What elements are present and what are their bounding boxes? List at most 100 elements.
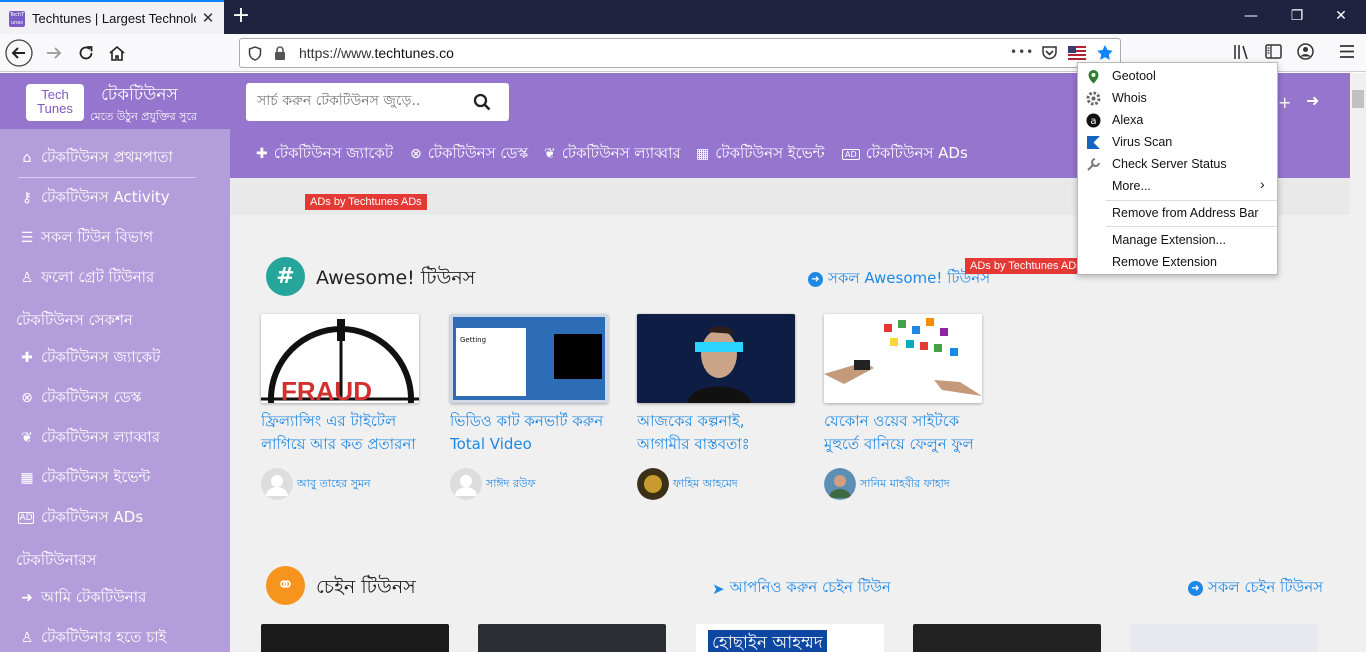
tab-close-button[interactable]: ✕ [198, 8, 218, 28]
tune-thumbnail[interactable]: FRAUD [261, 314, 419, 403]
ad-label[interactable]: ADs by Techtunes ADs [305, 194, 427, 210]
menu-item-virus-scan[interactable]: Virus Scan [1078, 131, 1277, 153]
menu-item-remove-extension[interactable]: Remove Extension [1078, 251, 1277, 273]
topnav-desk[interactable]: ⊗ টেকটিউনস ডেস্ক [410, 143, 528, 165]
chain-thumbnail[interactable] [478, 624, 666, 652]
topnav-event[interactable]: ▦ টেকটিউনস ইভেন্ট [696, 143, 825, 165]
all-chain-link[interactable]: ➜ সকল চেইন টিউনস [1188, 576, 1323, 601]
menu-item-whois[interactable]: Whois [1078, 87, 1277, 109]
new-tab-button[interactable]: + [230, 5, 252, 27]
topnav-labber[interactable]: ❦ টেকটিউনস ল্যাব্বার [544, 143, 681, 165]
sidebar-item-event[interactable]: ▦ টেকটিউনস ইভেন্ট [18, 465, 150, 491]
tune-author[interactable]: ফাহিম আহমেদ [637, 468, 795, 500]
tune-thumbnail[interactable]: Getting [450, 314, 608, 403]
library-icon[interactable] [1233, 44, 1251, 60]
all-awesome-link[interactable]: ➜ সকল Awesome! টিউনস [808, 267, 990, 292]
author-name: আবু তাহের সুমন [297, 476, 371, 490]
shield-icon[interactable] [248, 46, 262, 61]
topnav-jacket[interactable]: ✚ টেকটিউনস জ্যাকেট [256, 143, 393, 165]
ad-label[interactable]: ADs by Techtunes ADs [965, 258, 1087, 274]
pocket-icon[interactable] [1041, 45, 1058, 61]
bookmark-star-icon[interactable] [1096, 44, 1114, 62]
address-bar[interactable]: https://www.techtunes.co ••• [239, 38, 1121, 68]
restore-button[interactable]: ❐ [1282, 4, 1312, 28]
favicon-text: TechTunes [9, 12, 25, 26]
menu-item-geotool[interactable]: Geotool [1078, 65, 1277, 87]
tune-card[interactable]: যেকোন ওয়েব সাইটকে মুহুর্তে বানিয়ে ফেলু… [824, 314, 982, 500]
tune-title[interactable]: ভিডিও কাট কনভার্ট করুন Total Video Conve… [450, 410, 608, 456]
tune-card[interactable]: Getting ভিডিও কাট কনভার্ট করুন Total Vid… [450, 314, 608, 500]
sidebar-divider [18, 177, 196, 178]
scrollbar[interactable] [1350, 73, 1366, 652]
sidebar-item-register[interactable]: ♙ টেকটিউনার হতে চাই [18, 625, 167, 651]
link-icon: ⚭ [266, 566, 305, 605]
url-domain: techtunes.co [374, 45, 454, 61]
search-button[interactable] [469, 91, 495, 113]
user-plus-icon[interactable]: + [1278, 93, 1291, 112]
close-window-button[interactable]: ✕ [1326, 4, 1356, 28]
section-title: চেইন টিউনস [316, 576, 416, 598]
author-name: সানিম মাহবীর ফাহাদ [860, 476, 950, 490]
chain-thumbnail[interactable] [261, 624, 449, 652]
arrow-circle-icon: ➜ [1188, 581, 1203, 596]
sidebar: Tech Tunes টেকটিউনস মেতে উঠুন প্রযুক্তির … [0, 73, 230, 652]
menu-item-remove-address-bar[interactable]: Remove from Address Bar [1078, 202, 1277, 224]
tune-title[interactable]: যেকোন ওয়েব সাইটকে মুহুর্তে বানিয়ে ফেলু… [824, 410, 982, 456]
minimize-button[interactable]: — [1236, 4, 1266, 28]
account-icon[interactable] [1297, 43, 1314, 60]
tune-title[interactable]: আজকের কল্পনাই, আগামীর বাস্তবতাঃ ভবিষ্যত [637, 410, 795, 456]
avatar [637, 468, 669, 500]
sidebar-item-home[interactable]: ⌂ টেকটিউনস প্রথমপাতা [18, 145, 173, 171]
menu-icon[interactable] [1339, 44, 1355, 59]
sidebar-item-activity[interactable]: ⚷ টেকটিউনস Activity [18, 185, 170, 211]
tune-thumbnail[interactable] [824, 314, 982, 403]
flag-us-icon[interactable] [1068, 46, 1086, 60]
chain-thumbnail[interactable] [913, 624, 1101, 652]
sidebar-item-labber[interactable]: ❦ টেকটিউনস ল্যাব্বার [18, 425, 160, 451]
reload-button[interactable] [72, 40, 100, 66]
tune-card[interactable]: FRAUD ফ্রিল্যান্সিং এর টাইটেল লাগিয়ে আর… [261, 314, 419, 500]
menu-item-more[interactable]: More... › [1078, 175, 1277, 197]
sidebar-section-heading: টেকটিউনারস [16, 551, 97, 569]
chevron-right-icon: › [1260, 176, 1265, 192]
menu-item-alexa[interactable]: a Alexa [1078, 109, 1277, 131]
chain-thumbnail[interactable]: হোছাইন আহম্মদ [696, 624, 884, 652]
tune-author[interactable]: সানিম মাহবীর ফাহাদ [824, 468, 982, 500]
favicon-icon: TechTunes [9, 11, 25, 27]
forward-button[interactable] [40, 40, 68, 66]
search-input[interactable] [257, 93, 457, 109]
sidebar-section-heading: টেকটিউনস সেকশন [16, 311, 133, 329]
sign-in-icon[interactable]: ➜ [1306, 91, 1319, 110]
site-name[interactable]: টেকটিউনস [101, 82, 178, 110]
menu-separator [1106, 226, 1277, 227]
url-text[interactable]: https://www.techtunes.co [299, 45, 454, 61]
tune-title[interactable]: ফ্রিল্যান্সিং এর টাইটেল লাগিয়ে আর কত প্… [261, 410, 419, 456]
lock-icon[interactable] [274, 46, 286, 61]
topnav-ads[interactable]: AD টেকটিউনস ADs [842, 143, 968, 165]
sidebar-item-categories[interactable]: ☰ সকল টিউন বিভাগ [18, 225, 154, 251]
sidebar-item-login[interactable]: ➜ আমি টেকটিউনার [18, 585, 146, 611]
sidebar-item-jacket[interactable]: ✚ টেকটিউনস জ্যাকেট [18, 345, 160, 371]
link-label: আপনিও করুন চেইন টিউন [729, 578, 891, 596]
tune-author[interactable]: আবু তাহের সুমন [261, 468, 419, 500]
menu-item-check-server[interactable]: Check Server Status [1078, 153, 1277, 175]
page-actions-icon[interactable]: ••• [1010, 45, 1034, 59]
logo-badge[interactable]: Tech Tunes [26, 84, 84, 121]
sidebar-item-ads[interactable]: AD টেকটিউনস ADs [18, 505, 143, 531]
tune-author[interactable]: সাঈদ রউফ [450, 468, 608, 500]
sidebar-item-label: সকল টিউন বিভাগ [41, 227, 154, 246]
back-button[interactable] [5, 39, 33, 67]
site-logo[interactable]: Tech Tunes টেকটিউনস মেতে উঠুন প্রযুক্তির … [0, 73, 230, 129]
browser-tab[interactable]: TechTunes Techtunes | Largest Technology… [0, 0, 224, 34]
sidebar-item-follow-tuner[interactable]: ♙ ফলো গ্রেট টিউনার [18, 265, 155, 291]
sidebar-toggle-icon[interactable] [1265, 44, 1282, 59]
scrollbar-thumb[interactable] [1352, 90, 1364, 108]
tune-thumbnail[interactable] [637, 314, 795, 403]
menu-item-manage-extension[interactable]: Manage Extension... [1078, 229, 1277, 251]
tune-card[interactable]: আজকের কল্পনাই, আগামীর বাস্তবতাঃ ভবিষ্যত … [637, 314, 795, 500]
create-chain-link[interactable]: ➤ আপনিও করুন চেইন টিউন [712, 576, 891, 601]
chain-thumbnail[interactable] [1130, 624, 1318, 652]
home-button[interactable] [103, 40, 131, 66]
sidebar-item-desk[interactable]: ⊗ টেকটিউনস ডেস্ক [18, 385, 141, 411]
avatar [450, 468, 482, 500]
